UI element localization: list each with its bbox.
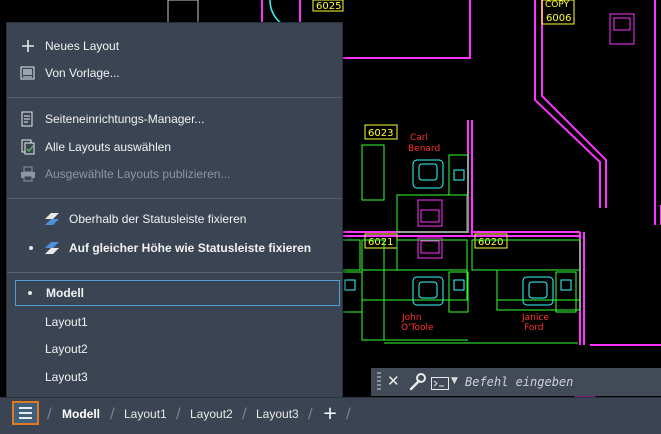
room-tag-6021: 6021 bbox=[368, 237, 393, 248]
menu-item-publish-layouts: Ausgewählte Layouts publizieren... bbox=[7, 161, 342, 187]
menu-item-layout2[interactable]: Layout2 bbox=[7, 336, 342, 362]
menu-item-model[interactable]: Modell bbox=[15, 280, 340, 306]
dock-above-icon bbox=[44, 211, 60, 227]
occupant-6021-first: John bbox=[401, 313, 422, 323]
select-layouts-icon bbox=[20, 139, 36, 155]
template-icon bbox=[20, 65, 36, 81]
menu-item-dock-above-statusbar[interactable]: Oberhalb der Statusleiste fixieren bbox=[7, 206, 342, 232]
menu-item-page-setup[interactable]: Seiteneinrichtungs-Manager... bbox=[7, 106, 342, 132]
chevron-down-icon[interactable]: ▼ bbox=[451, 376, 458, 386]
wrench-icon[interactable] bbox=[408, 372, 426, 392]
menu-item-label: Von Vorlage... bbox=[45, 66, 120, 80]
plus-icon bbox=[20, 38, 36, 54]
tab-layout3[interactable]: Layout3 bbox=[256, 402, 299, 426]
menu-item-label: Neues Layout bbox=[45, 39, 120, 53]
room-label-copy: COPY bbox=[545, 0, 570, 10]
occupant-6020-first: Janice bbox=[521, 313, 549, 323]
occupant-6023-first: Carl bbox=[410, 133, 428, 143]
dock-inline-icon bbox=[44, 240, 60, 256]
layout-context-menu: Neues Layout Von Vorlage... Seiteneinric… bbox=[6, 22, 343, 398]
room-tag-6025: 6025 bbox=[316, 1, 341, 12]
occupant-6020-last: Ford bbox=[524, 323, 544, 333]
command-line: ✕ ▼ bbox=[371, 368, 661, 396]
page-setup-icon bbox=[20, 111, 36, 127]
tab-layout2[interactable]: Layout2 bbox=[190, 402, 233, 426]
drag-handle-icon[interactable] bbox=[377, 372, 381, 392]
menu-item-label: Layout1 bbox=[45, 315, 88, 329]
room-tag-6023: 6023 bbox=[368, 128, 393, 139]
room-tag-6006: 6006 bbox=[546, 13, 571, 24]
menu-separator bbox=[7, 97, 342, 98]
menu-item-label: Modell bbox=[46, 286, 84, 300]
menu-separator bbox=[7, 198, 342, 199]
menu-item-label: Auf gleicher Höhe wie Statusleiste fixie… bbox=[69, 241, 312, 255]
occupant-6021-last: O'Toole bbox=[401, 323, 434, 333]
desk-chairs bbox=[417, 13, 635, 259]
tab-layout1[interactable]: Layout1 bbox=[124, 402, 167, 426]
menu-item-from-template[interactable]: Von Vorlage... bbox=[7, 60, 342, 86]
menu-item-label: Ausgewählte Layouts publizieren... bbox=[45, 167, 231, 181]
selected-bullet-icon bbox=[28, 291, 32, 295]
close-icon[interactable]: ✕ bbox=[387, 372, 400, 390]
add-layout-button[interactable]: + bbox=[320, 403, 340, 424]
command-prompt-icon[interactable] bbox=[431, 375, 449, 390]
hamburger-icon bbox=[19, 407, 32, 409]
occupant-6023-last: Benard bbox=[408, 144, 440, 154]
printer-icon bbox=[20, 166, 36, 182]
menu-item-select-all-layouts[interactable]: Alle Layouts auswählen bbox=[7, 134, 342, 160]
room-tag-6020: 6020 bbox=[478, 237, 503, 248]
menu-item-new-layout[interactable]: Neues Layout bbox=[7, 33, 342, 59]
menu-separator bbox=[7, 272, 342, 273]
menu-item-label: Seiteneinrichtungs-Manager... bbox=[45, 112, 205, 126]
menu-item-label: Layout2 bbox=[45, 342, 88, 356]
menu-item-dock-inline-statusbar[interactable]: Auf gleicher Höhe wie Statusleiste fixie… bbox=[7, 235, 342, 261]
menu-item-label: Alle Layouts auswählen bbox=[45, 140, 172, 154]
layout-menu-button[interactable] bbox=[12, 401, 39, 425]
menu-item-label: Oberhalb der Statusleiste fixieren bbox=[69, 212, 247, 226]
layout-tab-bar: / Modell / Layout1 / Layout2 / Layout3 /… bbox=[0, 397, 661, 434]
tab-model[interactable]: Modell bbox=[62, 402, 100, 426]
menu-item-layout3[interactable]: Layout3 bbox=[7, 364, 342, 390]
command-input[interactable] bbox=[465, 372, 655, 392]
menu-item-label: Layout3 bbox=[45, 370, 88, 384]
menu-item-layout1[interactable]: Layout1 bbox=[7, 309, 342, 335]
